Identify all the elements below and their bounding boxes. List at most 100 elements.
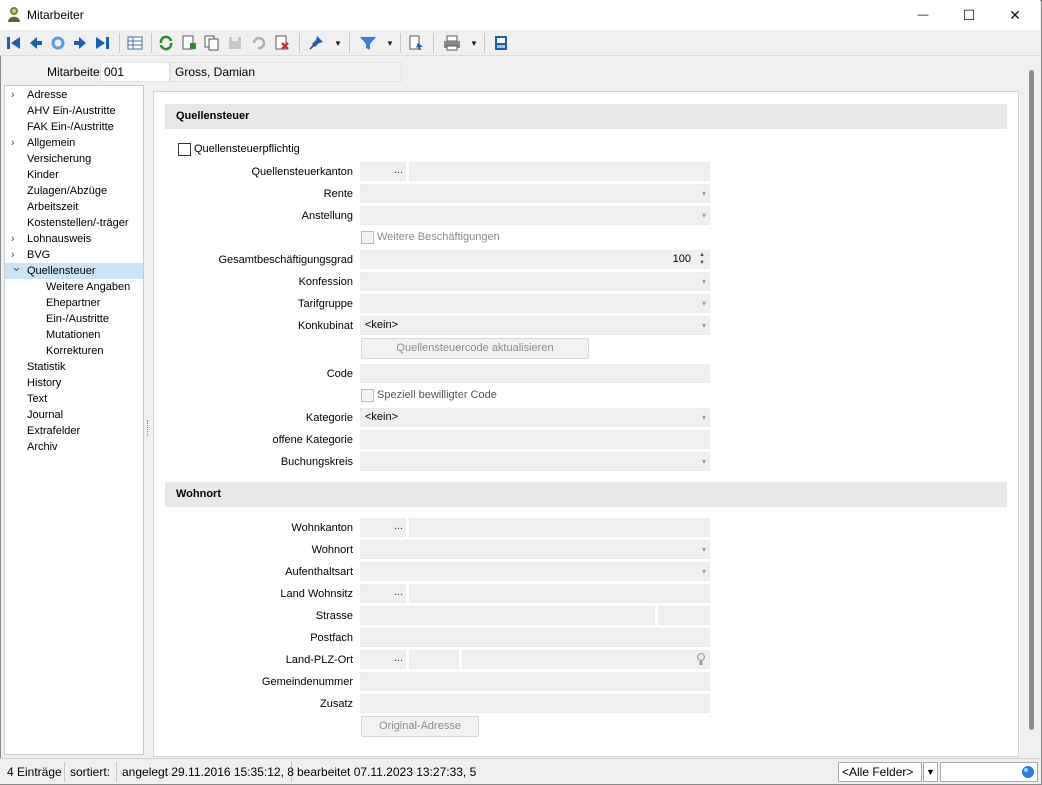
quellensteuerpflichtig-checkbox[interactable] xyxy=(178,143,191,156)
ort-field[interactable] xyxy=(462,650,710,669)
nav-item[interactable]: Korrekturen xyxy=(5,343,143,359)
undo-icon[interactable] xyxy=(248,33,268,53)
nav-item[interactable]: › Allgemein xyxy=(5,135,143,151)
lookup-icon[interactable]: ... xyxy=(394,585,403,601)
toolbar-separator xyxy=(299,33,300,53)
chevron-right-icon[interactable]: › xyxy=(11,87,21,103)
zusatz-field[interactable] xyxy=(360,694,710,713)
chevron-right-icon[interactable]: › xyxy=(11,231,21,247)
nav-item[interactable]: Zulagen/Abzüge xyxy=(5,183,143,199)
anstellung-select[interactable]: ▾ xyxy=(360,206,710,225)
save-record-icon[interactable] xyxy=(225,33,245,53)
original-adresse-button[interactable]: Original-Adresse xyxy=(361,716,479,737)
spin-down-icon[interactable]: ▼ xyxy=(697,259,707,267)
nav-item[interactable]: Arbeitszeit xyxy=(5,199,143,215)
chevron-right-icon[interactable]: › xyxy=(11,135,21,151)
land-wohnsitz-field[interactable]: ... xyxy=(360,584,406,603)
tarifgruppe-select[interactable]: ▾ xyxy=(360,294,710,313)
speziell-bewilligter-code-checkbox[interactable] xyxy=(361,389,374,402)
land-code-field[interactable]: ... xyxy=(360,650,406,669)
minimize-button[interactable]: — xyxy=(900,0,946,30)
first-record-icon[interactable] xyxy=(4,33,24,53)
nav-item[interactable]: Mutationen xyxy=(5,327,143,343)
nav-item[interactable]: ⌄ Quellensteuer xyxy=(5,259,143,279)
wohnkanton-field[interactable]: ... xyxy=(360,518,406,537)
postfach-field[interactable] xyxy=(360,628,710,647)
pin-icon[interactable] xyxy=(306,33,326,53)
plz-field[interactable] xyxy=(409,650,459,669)
quick-search-input[interactable] xyxy=(940,762,1038,782)
close-button[interactable]: ✕ xyxy=(992,0,1038,30)
title-bar: Mitarbeiter — ☐ ✕ xyxy=(0,0,1040,30)
weitere-beschaeftigungen-checkbox[interactable] xyxy=(361,231,374,244)
chevron-down-icon: ▼ xyxy=(470,38,478,48)
strasse-field[interactable] xyxy=(360,606,655,625)
hausnummer-field[interactable] xyxy=(658,606,710,625)
lightbulb-icon[interactable] xyxy=(697,653,705,666)
chevron-down-icon[interactable]: ⌄ xyxy=(11,259,22,275)
field-filter-dropdown[interactable]: ▼ xyxy=(923,762,938,782)
previous-record-icon[interactable] xyxy=(26,33,46,53)
quellensteuerkanton-field[interactable]: ... xyxy=(360,162,406,181)
lookup-icon[interactable]: ... xyxy=(394,651,403,667)
chevron-down-icon: ▾ xyxy=(701,457,706,466)
print-dropdown[interactable]: ▼ xyxy=(469,33,479,53)
nav-item[interactable]: Statistik xyxy=(5,359,143,375)
section-wohnort: Wohnort xyxy=(165,482,1007,507)
last-record-icon[interactable] xyxy=(92,33,112,53)
aufenthaltsart-select[interactable]: ▾ xyxy=(360,562,710,581)
nav-item[interactable]: History xyxy=(5,375,143,391)
new-record-icon[interactable] xyxy=(179,33,199,53)
rente-select[interactable]: ▾ xyxy=(360,184,710,203)
field-filter-select[interactable]: <Alle Felder> xyxy=(838,762,922,782)
mask-settings-icon[interactable] xyxy=(491,33,511,53)
nav-item[interactable]: › BVG xyxy=(5,247,143,263)
employee-number-field[interactable]: 001 xyxy=(100,62,170,82)
nav-item[interactable]: Versicherung xyxy=(5,151,143,167)
maximize-button[interactable]: ☐ xyxy=(946,0,992,30)
nav-item[interactable]: Weitere Angaben xyxy=(5,279,143,295)
offene-kategorie-field[interactable] xyxy=(360,430,710,449)
offene-kategorie-label: offene Kategorie xyxy=(272,434,353,446)
nav-item[interactable]: FAK Ein-/Austritte xyxy=(5,119,143,135)
nav-item[interactable]: Extrafelder xyxy=(5,423,143,439)
filter-icon[interactable] xyxy=(358,33,378,53)
nav-item[interactable]: Kostenstellen/-träger xyxy=(5,215,143,231)
delete-record-icon[interactable] xyxy=(272,33,292,53)
copy-record-icon[interactable] xyxy=(202,33,222,53)
nav-item[interactable]: › Adresse xyxy=(5,87,143,103)
nav-item[interactable]: Journal xyxy=(5,407,143,423)
buchungskreis-select[interactable]: ▾ xyxy=(360,452,710,471)
filter-dropdown[interactable]: ▼ xyxy=(385,33,395,53)
nav-item[interactable]: Ehepartner xyxy=(5,295,143,311)
next-record-icon[interactable] xyxy=(70,33,90,53)
sort-status: sortiert: xyxy=(65,762,117,782)
quellensteuercode-aktualisieren-button[interactable]: Quellensteuercode aktualisieren xyxy=(361,338,589,359)
konkubinat-select[interactable]: <kein> ▾ xyxy=(360,316,710,335)
nav-item[interactable]: Kinder xyxy=(5,167,143,183)
pin-dropdown[interactable]: ▼ xyxy=(333,33,343,53)
nav-item[interactable]: › Lohnausweis xyxy=(5,231,143,247)
splitter-handle[interactable] xyxy=(147,420,149,436)
code-field[interactable] xyxy=(360,364,710,383)
table-view-icon[interactable] xyxy=(125,33,145,53)
refresh-record-icon[interactable] xyxy=(48,33,68,53)
gemeindenummer-field[interactable] xyxy=(360,672,710,691)
gesamtbeschaeftigungsgrad-field[interactable]: 100 xyxy=(360,250,710,269)
nav-item[interactable]: Ein-/Austritte xyxy=(5,311,143,327)
kategorie-select[interactable]: <kein> ▾ xyxy=(360,408,710,427)
nav-item[interactable]: Text xyxy=(5,391,143,407)
search-globe-icon[interactable] xyxy=(1021,765,1035,779)
wohnort-select[interactable]: ▾ xyxy=(360,540,710,559)
reload-icon[interactable] xyxy=(156,33,176,53)
lookup-icon[interactable]: ... xyxy=(394,519,403,535)
employee-label: Mitarbeiter xyxy=(47,65,104,79)
konfession-select[interactable]: ▾ xyxy=(360,272,710,291)
nav-item[interactable]: AHV Ein-/Austritte xyxy=(5,103,143,119)
lookup-icon[interactable]: ... xyxy=(394,163,403,179)
report-icon[interactable] xyxy=(406,33,426,53)
print-icon[interactable] xyxy=(442,33,462,53)
spin-up-icon[interactable]: ▲ xyxy=(697,251,707,259)
scrollbar-thumb[interactable] xyxy=(1029,70,1034,730)
nav-item[interactable]: Archiv xyxy=(5,439,143,455)
